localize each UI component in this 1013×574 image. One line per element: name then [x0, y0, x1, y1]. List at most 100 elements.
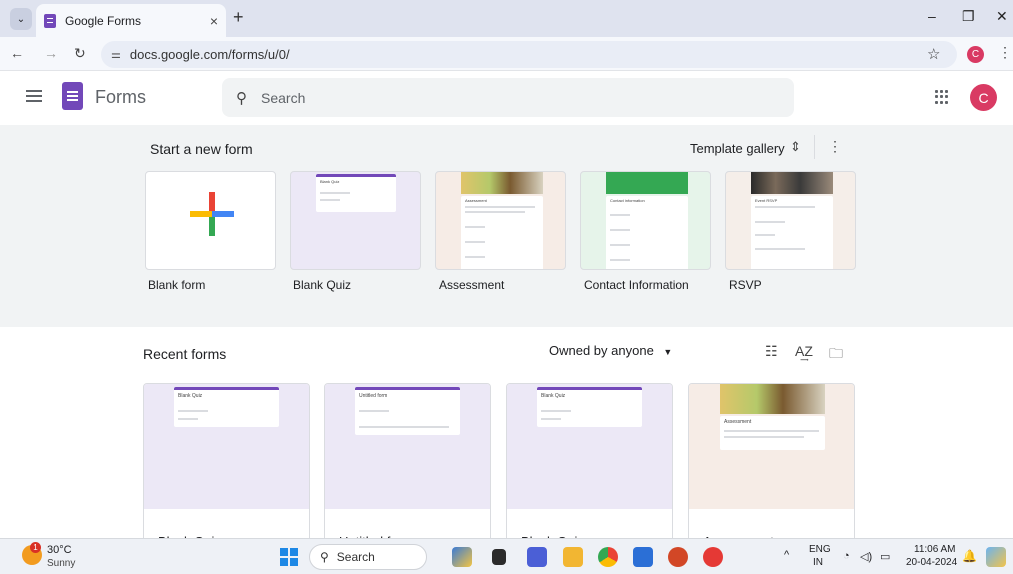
thumb-title: Assessment [724, 419, 752, 425]
tab-search-chevron-icon[interactable]: ⌄ [10, 8, 32, 30]
google-forms-favicon-icon [44, 13, 56, 28]
template-section: Start a new form Template gallery ⇕ ⋮ Bl… [0, 125, 1013, 327]
folder-icon[interactable]: 🗀 [829, 343, 843, 367]
app-name[interactable]: Forms [95, 87, 146, 108]
assessment-header-image [461, 172, 543, 194]
volume-icon[interactable]: ◁) [860, 550, 872, 563]
bookmark-star-icon[interactable]: ☆ [927, 45, 940, 63]
assessment-header-image [720, 384, 825, 414]
file-explorer-icon[interactable] [563, 547, 583, 567]
divider [814, 135, 815, 159]
form-thumbnail: Blank Quiz [144, 384, 309, 509]
template-assessment[interactable]: Assessment [435, 171, 566, 270]
word-icon[interactable] [633, 547, 653, 567]
recent-form-card[interactable]: Untitled form Untitled form [324, 383, 491, 543]
thumb-paper: Contact information [606, 196, 688, 269]
browser-tab-strip: ⌄ Google Forms × + – ❐ ✕ [0, 0, 1013, 37]
recent-form-card[interactable]: Blank Quiz Blank Quiz [506, 383, 673, 543]
taskbar-search[interactable]: ⚲ Search [309, 544, 427, 570]
sort-az-icon[interactable]: A͢Z [795, 343, 813, 359]
form-thumbnail: Blank Quiz [507, 384, 672, 509]
wps-office-icon[interactable] [703, 547, 723, 567]
owner-filter-dropdown[interactable]: Owned by anyone ▼ [549, 343, 672, 358]
template-label: Assessment [439, 278, 505, 292]
browser-toolbar: ← → ↻ ⚌ docs.google.com/forms/u/0/ ☆ C ⋮ [0, 37, 1013, 71]
template-label: RSVP [729, 278, 762, 292]
dropdown-arrow-icon: ▼ [663, 347, 673, 357]
restore-button[interactable]: ❐ [962, 8, 975, 25]
rsvp-header-image [751, 172, 833, 194]
unfold-icon[interactable]: ⇕ [790, 139, 801, 155]
weather-badge: 1 [30, 542, 41, 553]
thumb-title: Untitled form [359, 393, 388, 399]
thumb-paper: Event RSVP [751, 196, 833, 269]
browser-tab[interactable]: Google Forms × [36, 4, 226, 37]
reload-icon[interactable]: ↻ [74, 45, 86, 62]
url-text: docs.google.com/forms/u/0/ [129, 47, 290, 62]
forms-logo-icon[interactable] [62, 82, 83, 110]
windows-start-icon[interactable] [280, 548, 298, 566]
address-bar[interactable]: ⚌ docs.google.com/forms/u/0/ [101, 41, 957, 68]
tab-close-icon[interactable]: × [210, 13, 218, 29]
recent-form-card[interactable]: Blank Quiz Blank Quiz [143, 383, 310, 543]
weather-condition[interactable]: Sunny [47, 558, 75, 569]
thumb-title: Assessment [465, 198, 487, 203]
recent-form-card[interactable]: Assessment Assessment [688, 383, 855, 543]
taskbar-search-label: Search [336, 550, 375, 564]
template-gallery-button[interactable]: Template gallery [690, 141, 785, 156]
template-blank-form[interactable] [145, 171, 276, 270]
thumb-title: Event RSVP [755, 198, 778, 203]
google-apps-icon[interactable] [935, 90, 949, 104]
task-view-icon[interactable] [492, 549, 506, 565]
search-icon: ⚲ [320, 550, 329, 564]
template-blank-quiz[interactable]: Blank Quiz [290, 171, 421, 270]
thumb-title: Blank Quiz [541, 393, 566, 399]
account-avatar[interactable]: C [970, 84, 997, 111]
template-more-icon[interactable]: ⋮ [828, 138, 842, 155]
clock-time[interactable]: 11:06 AM [914, 544, 956, 555]
weather-temp[interactable]: 30°C [47, 544, 72, 556]
thumb-title: Blank Quiz [320, 179, 340, 184]
thumb-paper: Blank Quiz [316, 174, 396, 212]
thumb-paper: Assessment [461, 196, 543, 269]
main-menu-icon[interactable] [26, 90, 42, 102]
browser-menu-icon[interactable]: ⋮ [998, 44, 1012, 61]
template-label: Contact Information [584, 278, 689, 292]
clock-date[interactable]: 20-04-2024 [906, 557, 957, 568]
wifi-icon[interactable]: ◔ [843, 550, 850, 562]
search-input[interactable]: ⚲ Search [222, 78, 794, 117]
notification-bell-icon[interactable]: 🔔 [962, 549, 977, 563]
chrome-icon[interactable] [598, 547, 618, 567]
thumb-title: Blank Quiz [178, 393, 203, 399]
search-placeholder: Search [261, 89, 306, 106]
site-settings-icon[interactable]: ⚌ [111, 48, 121, 61]
battery-icon[interactable]: ▭ [880, 550, 890, 563]
copilot-icon[interactable] [986, 547, 1006, 567]
template-label: Blank form [148, 278, 206, 292]
start-new-form-title: Start a new form [150, 141, 253, 157]
owner-filter-label: Owned by anyone [549, 343, 654, 358]
minimize-button[interactable]: – [928, 8, 936, 24]
powerpoint-icon[interactable] [668, 547, 688, 567]
forms-header: Forms ⚲ Search C [0, 71, 1013, 125]
widgets-icon[interactable] [452, 547, 472, 567]
window-close-button[interactable]: ✕ [996, 8, 1008, 25]
plus-icon [190, 192, 234, 236]
form-thumbnail: Untitled form [325, 384, 490, 509]
browser-profile-avatar[interactable]: C [967, 46, 984, 63]
new-tab-button[interactable]: + [233, 7, 244, 28]
language-top[interactable]: ENG [809, 544, 831, 555]
language-bottom[interactable]: IN [813, 557, 823, 568]
media-app-icon[interactable] [527, 547, 547, 567]
forward-arrow-icon[interactable]: → [44, 45, 58, 61]
tab-title: Google Forms [65, 13, 142, 28]
windows-taskbar: 1 30°C Sunny ⚲ Search ^ ENG IN ◔ ◁) ▭ 11… [0, 538, 1013, 574]
thumb-title: Contact information [610, 198, 645, 203]
template-contact-information[interactable]: Contact information [580, 171, 711, 270]
back-arrow-icon[interactable]: ← [10, 45, 24, 61]
template-rsvp[interactable]: Event RSVP [725, 171, 856, 270]
form-thumbnail: Assessment [689, 384, 854, 509]
list-view-icon[interactable]: ☷ [765, 343, 778, 360]
tray-overflow-icon[interactable]: ^ [784, 549, 789, 561]
template-label: Blank Quiz [293, 278, 352, 292]
